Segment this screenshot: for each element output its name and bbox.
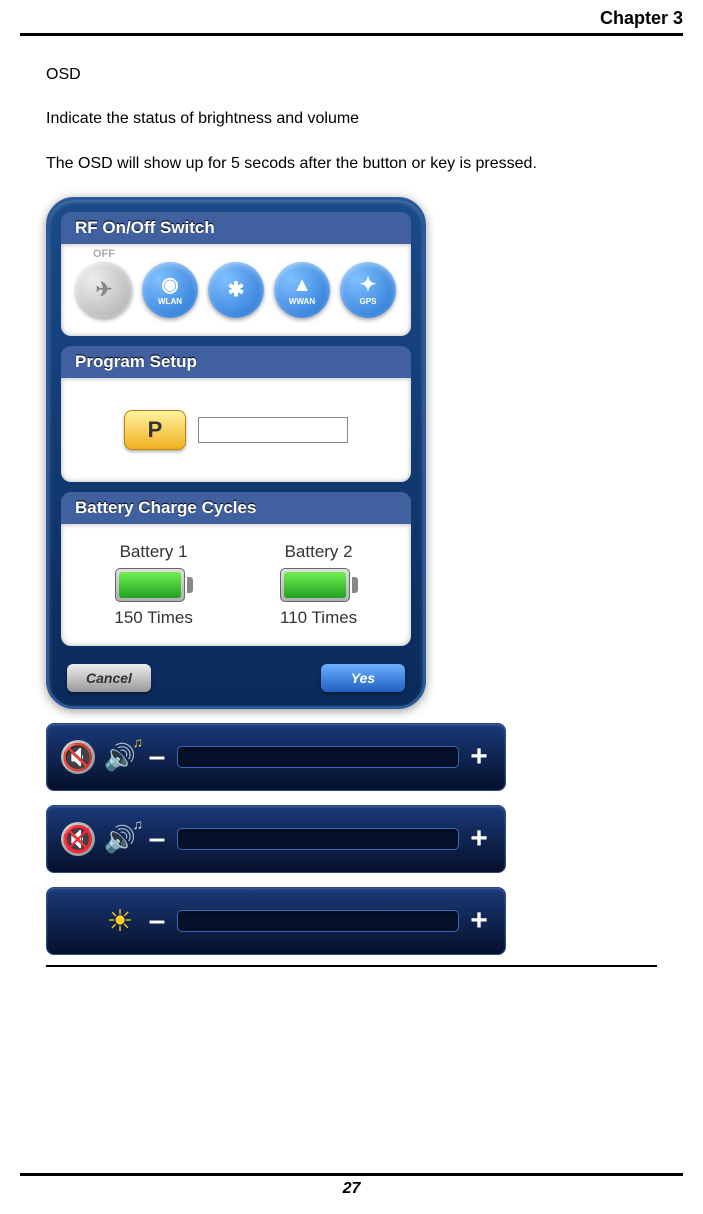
rf-section: RF On/Off Switch ✈ ◉ WLAN ✱: [61, 212, 411, 336]
cancel-button[interactable]: Cancel: [67, 664, 151, 692]
gps-icon: ✦: [360, 275, 377, 295]
osd-volume-on: 🔇 🔊 – +: [46, 723, 506, 791]
osd-volume-muted: 🔇 🔊 – +: [46, 805, 506, 873]
rf-gps-button[interactable]: ✦ GPS: [340, 262, 396, 318]
page-number: 27: [343, 1180, 361, 1197]
osd-desc-1: Indicate the status of brightness and vo…: [46, 108, 657, 130]
rf-wwan-button[interactable]: ▲ WWAN: [274, 262, 330, 318]
rf-wlan-button[interactable]: ◉ WLAN: [142, 262, 198, 318]
battery-2-label: Battery 2: [285, 542, 353, 562]
battery-2-icon: [280, 568, 358, 602]
page-content: OSD Indicate the status of brightness an…: [20, 36, 683, 967]
bluetooth-icon: ✱: [228, 280, 245, 300]
brightness-minus[interactable]: –: [145, 904, 169, 938]
rf-header: RF On/Off Switch: [61, 212, 411, 244]
battery-2: Battery 2 110 Times: [280, 542, 358, 628]
chapter-label: Chapter 3: [600, 8, 683, 28]
volume-muted-track[interactable]: [177, 828, 459, 850]
volume-muted-minus[interactable]: –: [145, 822, 169, 856]
gps-label: GPS: [360, 297, 377, 306]
speaker-muted-icon: 🔊: [103, 822, 137, 856]
page-footer: 27: [20, 1173, 683, 1198]
osd-desc-2: The OSD will show up for 5 secods after …: [46, 153, 657, 175]
rf-off-button[interactable]: ✈: [76, 262, 132, 318]
battery-header: Battery Charge Cycles: [61, 492, 411, 524]
battery-1-count: 150 Times: [114, 608, 192, 628]
wwan-label: WWAN: [289, 297, 315, 306]
airplane-icon: ✈: [96, 280, 113, 300]
program-header: Program Setup: [61, 346, 411, 378]
brightness-track[interactable]: [177, 910, 459, 932]
muted-icon[interactable]: 🔇: [61, 822, 95, 856]
speaker-icon: 🔊: [103, 740, 137, 774]
rf-bluetooth-button[interactable]: ✱: [208, 262, 264, 318]
panel-footer: Cancel Yes: [61, 656, 411, 694]
battery-1-icon: [115, 568, 193, 602]
battery-2-count: 110 Times: [280, 608, 357, 628]
osd-title: OSD: [46, 64, 657, 86]
osd-brightness: ☀ – +: [46, 887, 506, 955]
program-section: Program Setup P: [61, 346, 411, 482]
battery-section: Battery Charge Cycles Battery 1 150 Time…: [61, 492, 411, 646]
volume-muted-plus[interactable]: +: [467, 822, 491, 856]
battery-1-label: Battery 1: [120, 542, 188, 562]
volume-plus[interactable]: +: [467, 740, 491, 774]
program-input[interactable]: [198, 417, 348, 443]
battery-1: Battery 1 150 Times: [114, 542, 192, 628]
page-header: Chapter 3: [20, 0, 683, 36]
brightness-plus[interactable]: +: [467, 904, 491, 938]
wlan-icon: ◉: [161, 275, 178, 295]
yes-button[interactable]: Yes: [321, 664, 405, 692]
volume-minus[interactable]: –: [145, 740, 169, 774]
settings-panel: RF On/Off Switch ✈ ◉ WLAN ✱: [46, 197, 426, 709]
wlan-label: WLAN: [158, 297, 182, 306]
program-p-button[interactable]: P: [124, 410, 186, 450]
brightness-icon: ☀: [103, 904, 137, 938]
mute-icon[interactable]: 🔇: [61, 740, 95, 774]
wwan-icon: ▲: [292, 275, 312, 295]
volume-track[interactable]: [177, 746, 459, 768]
content-divider: [46, 965, 657, 967]
